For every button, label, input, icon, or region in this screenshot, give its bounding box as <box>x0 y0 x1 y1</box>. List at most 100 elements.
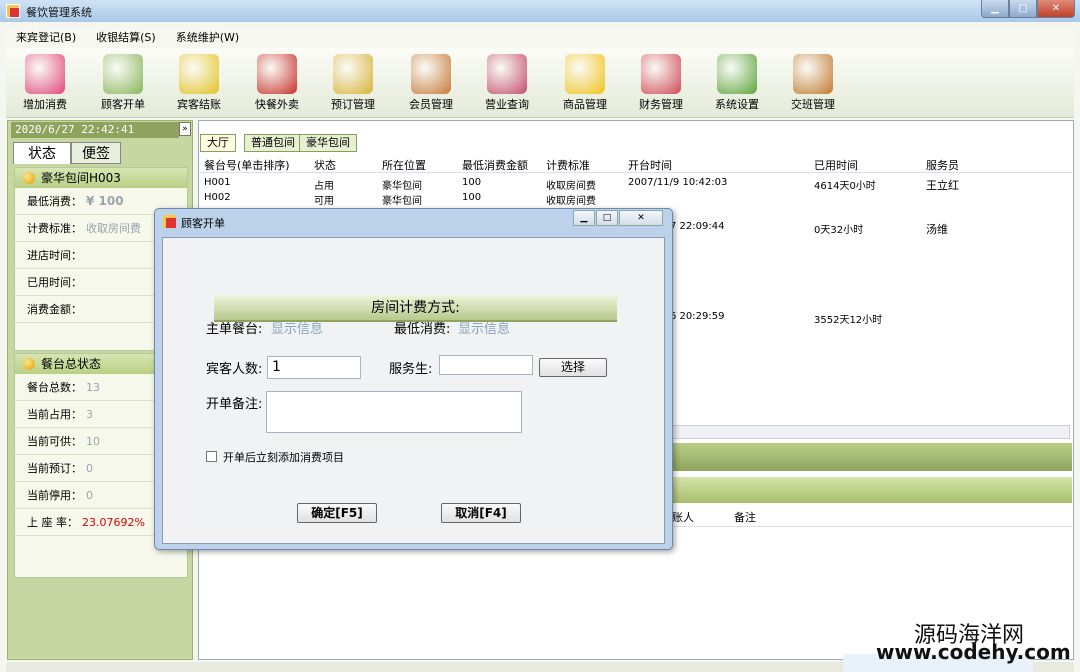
row-label: 最低消费： <box>27 195 82 208</box>
grid-cell: H002 <box>204 192 231 203</box>
grid-col-header[interactable]: 状态 <box>314 157 336 173</box>
toolbar-label: 营业查询 <box>485 98 529 111</box>
horizontal-scrollbar[interactable] <box>630 425 1070 439</box>
minimize-button[interactable]: ▁ <box>981 0 1009 18</box>
toolbar-gear-button[interactable]: 系统设置 <box>700 50 774 116</box>
watermark-url: www.codehy.com <box>876 640 1071 664</box>
menu-guest-register[interactable]: 来宾登记(B) <box>6 29 86 45</box>
remark-textarea[interactable] <box>266 391 522 433</box>
confirm-button[interactable]: 确定[F5] <box>297 503 377 523</box>
row-value: 13 <box>86 381 100 394</box>
tab-hall[interactable]: 大厅 <box>200 134 236 152</box>
menu-checkout[interactable]: 收银结算(S) <box>86 29 166 45</box>
checkout-arrow-icon <box>179 54 219 94</box>
grid-cell: 2007/11/9 10:42:03 <box>628 177 728 188</box>
toolbar-report-query-button[interactable]: 营业查询 <box>470 50 544 116</box>
grid-cell: 7 22:09:44 <box>670 221 725 232</box>
dialog-close-button[interactable]: ✕ <box>619 210 663 226</box>
tab-standard-room[interactable]: 普通包间 <box>244 134 302 152</box>
room-title: 豪华包间H003 <box>41 171 121 185</box>
grid-col-header[interactable]: 开台时间 <box>628 157 672 173</box>
toolbar-label: 预订管理 <box>331 98 375 111</box>
table-row[interactable]: H001 占用 豪华包间 100 收取房间费 2007/11/9 10:42:03 4614… <box>200 176 1045 192</box>
toolbar-label: 财务管理 <box>639 98 683 111</box>
row-value: 3 <box>86 408 93 421</box>
min-spend-label: 最低消费: <box>394 322 451 337</box>
grid-col-header[interactable]: 服务员 <box>926 157 959 173</box>
add-items-checkbox[interactable] <box>206 451 217 462</box>
row-label: 当前可供： <box>27 435 82 448</box>
min-spend-value: 显示信息 <box>458 322 511 337</box>
toolbar-star-button[interactable]: 商品管理 <box>548 50 622 116</box>
lower-col-header[interactable]: 账人 <box>672 509 694 525</box>
dialog-app-icon <box>163 215 176 228</box>
row-label: 进店时间： <box>27 249 82 262</box>
tab-status[interactable]: 状态 <box>13 142 71 164</box>
waiter-label: 服务生: <box>389 362 433 377</box>
collapse-panel-button[interactable]: » <box>179 122 191 136</box>
row-label: 已用时间： <box>27 276 82 289</box>
toolbar-label: 宾客结账 <box>177 98 221 111</box>
grid-col-header[interactable]: 最低消费金额 <box>462 157 528 173</box>
grid-cell: 收取房间费 <box>546 196 596 207</box>
toolbar-label: 系统设置 <box>715 98 759 111</box>
grid-header: 餐台号(单击排序) 状态 所在位置 最低消费金额 计费标准 开台时间 已用时间 服务员 <box>200 155 1072 173</box>
dialog-minimize-button[interactable]: ▁ <box>573 210 595 226</box>
toolbar-label: 会员管理 <box>409 98 453 111</box>
toolbar-calculator-button[interactable]: 财务管理 <box>624 50 698 116</box>
gear-icon <box>717 54 757 94</box>
menu-system[interactable]: 系统维护(W) <box>166 29 249 45</box>
row-label: 当前停用： <box>27 489 82 502</box>
main-table-label: 主单餐台: <box>206 322 263 337</box>
dialog-title: 顾客开单 <box>181 217 225 230</box>
lower-col-header[interactable]: 备注 <box>734 509 756 525</box>
guest-count-input[interactable]: 1 <box>267 356 361 379</box>
grid-cell: H001 <box>204 177 231 188</box>
row-value: 23.07692% <box>82 516 145 529</box>
grid-col-header[interactable]: 所在位置 <box>382 157 426 173</box>
grid-cell: 100 <box>462 192 482 203</box>
guest-count-label: 宾客人数: <box>206 362 263 377</box>
grid-col-header[interactable]: 计费标准 <box>546 157 590 173</box>
clock-icon <box>333 54 373 94</box>
toolbar-add-consumption-button[interactable]: 增加消费 <box>8 50 82 116</box>
toolbar-checkout-arrow-button[interactable]: 宾客结账 <box>162 50 236 116</box>
maximize-button[interactable]: □ <box>1009 0 1037 18</box>
grid-col-header[interactable]: 餐台号(单击排序) <box>204 157 290 173</box>
waiter-input[interactable] <box>439 355 533 375</box>
row-label: 消费金额： <box>27 303 82 316</box>
toolbar-members-button[interactable]: 会员管理 <box>394 50 468 116</box>
toolbar-takeout-bowl-button[interactable]: 快餐外卖 <box>240 50 314 116</box>
toolbar-label: 顾客开单 <box>101 98 145 111</box>
toolbar-clock-button[interactable]: 预订管理 <box>316 50 390 116</box>
grid-cell: 4614天0小时 <box>814 181 876 192</box>
dialog-maximize-button[interactable]: □ <box>596 210 618 226</box>
close-button[interactable]: ✕ <box>1037 0 1075 18</box>
remark-label: 开单备注: <box>206 397 263 412</box>
summary-title-text: 餐台总状态 <box>41 357 102 371</box>
toolbar-teacup-button[interactable]: 顾客开单 <box>86 50 160 116</box>
exit-door-icon <box>793 54 833 94</box>
grid-cell: 占用 <box>314 181 334 192</box>
report-query-icon <box>487 54 527 94</box>
tab-notes[interactable]: 便签 <box>71 142 121 164</box>
main-table-value: 显示信息 <box>271 322 324 337</box>
cancel-button[interactable]: 取消[F4] <box>441 503 521 523</box>
grid-cell: 100 <box>462 177 482 188</box>
tab-deluxe-room[interactable]: 豪华包间 <box>299 134 357 152</box>
table-row[interactable]: H002 可用 豪华包间 100 收取房间费 <box>200 191 1045 207</box>
clock-display: 2020/6/27 22:42:41 <box>11 122 179 138</box>
open-order-dialog: 顾客开单 ▁ □ ✕ 房间计费方式: 主单餐台: 显示信息 最低消费: 显示信息… <box>154 208 673 550</box>
add-items-checkbox-label: 开单后立刻添加消费项目 <box>223 451 344 464</box>
grid-cell: 汤维 <box>926 223 948 236</box>
menu-bar: 来宾登记(B) 收银结算(S) 系统维护(W) <box>6 26 1074 48</box>
grid-cell: 可用 <box>314 196 334 207</box>
grid-cell: 豪华包间 <box>382 196 422 207</box>
select-waiter-button[interactable]: 选择 <box>539 358 607 377</box>
dialog-body: 房间计费方式: 主单餐台: 显示信息 最低消费: 显示信息 宾客人数: 1 服务… <box>162 237 665 544</box>
title-bar <box>0 0 1080 22</box>
star-icon <box>565 54 605 94</box>
toolbar-exit-door-button[interactable]: 交班管理 <box>776 50 850 116</box>
row-value: 0 <box>86 462 93 475</box>
grid-col-header[interactable]: 已用时间 <box>814 157 858 173</box>
